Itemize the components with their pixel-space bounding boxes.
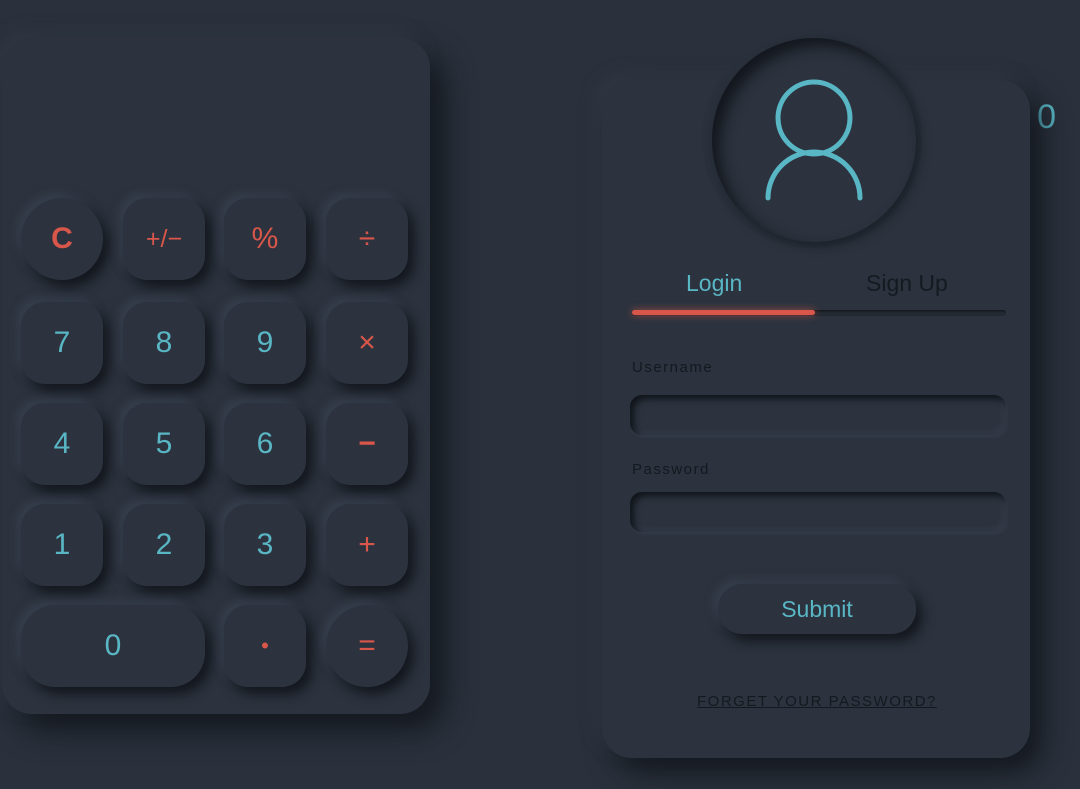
key-4[interactable]: 4	[21, 403, 103, 485]
username-input[interactable]	[630, 395, 1006, 435]
key-divide[interactable]: ÷	[326, 198, 408, 280]
key-multiply[interactable]: ×	[326, 302, 408, 384]
tab-signup[interactable]: Sign Up	[866, 270, 948, 297]
user-icon	[765, 79, 863, 201]
tab-active-indicator	[632, 310, 815, 315]
key-equals[interactable]: =	[326, 605, 408, 687]
key-percent[interactable]: %	[224, 198, 306, 280]
calculator-display: 0	[1037, 98, 1056, 136]
key-subtract[interactable]: −	[326, 403, 408, 485]
key-clear[interactable]: C	[21, 198, 103, 280]
key-7[interactable]: 7	[21, 302, 103, 384]
key-0[interactable]: 0	[21, 605, 205, 687]
forgot-password-link[interactable]: FORGET YOUR PASSWORD?	[697, 693, 937, 710]
password-label: Password	[632, 461, 710, 478]
key-1[interactable]: 1	[21, 504, 103, 586]
key-6[interactable]: 6	[224, 403, 306, 485]
key-decimal[interactable]: •	[224, 605, 306, 687]
key-5[interactable]: 5	[123, 403, 205, 485]
key-plus-minus[interactable]: +/−	[123, 198, 205, 280]
key-9[interactable]: 9	[224, 302, 306, 384]
username-label: Username	[632, 359, 714, 376]
key-2[interactable]: 2	[123, 504, 205, 586]
key-8[interactable]: 8	[123, 302, 205, 384]
key-3[interactable]: 3	[224, 504, 306, 586]
password-input[interactable]	[630, 492, 1006, 532]
tab-login[interactable]: Login	[686, 270, 742, 297]
key-add[interactable]: +	[326, 504, 408, 586]
avatar	[712, 38, 916, 242]
submit-button[interactable]: Submit	[718, 584, 916, 634]
